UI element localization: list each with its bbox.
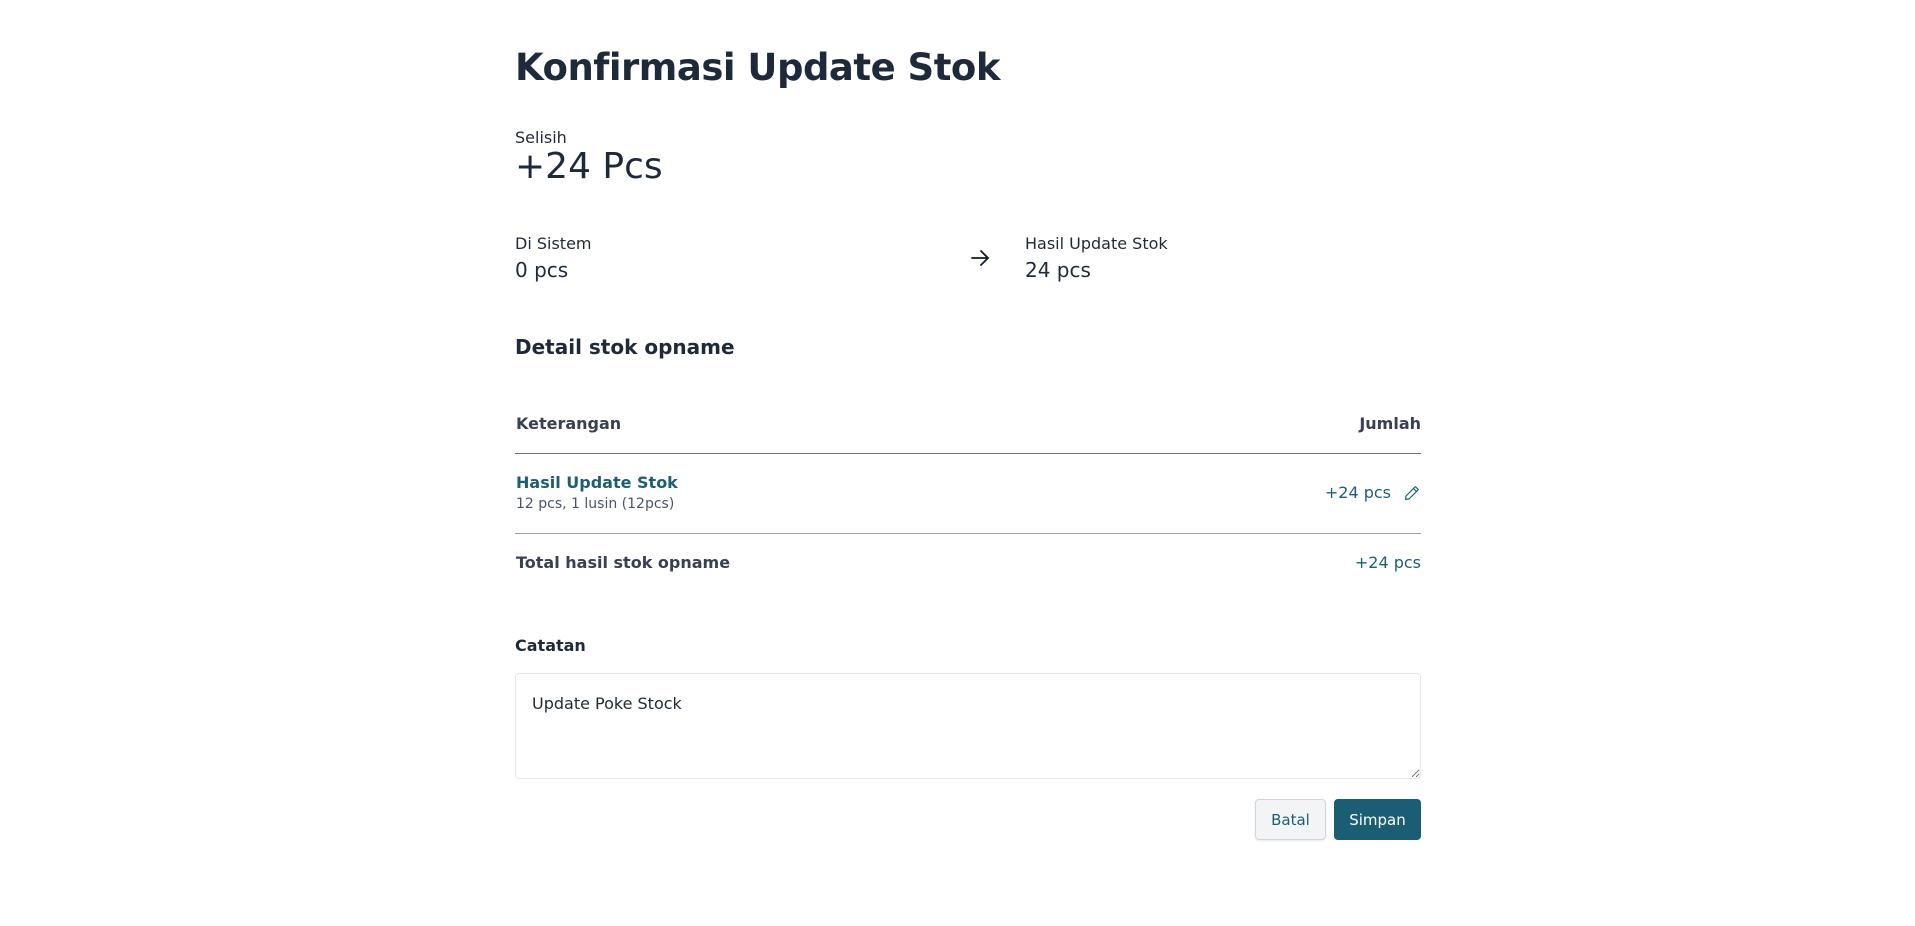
result-stock-value: 24 pcs	[1025, 258, 1091, 282]
table-row-title: Hasil Update Stok	[516, 473, 678, 492]
arrow-right-icon	[971, 250, 989, 266]
total-label: Total hasil stok opname	[516, 553, 731, 572]
pencil-edit-icon[interactable]	[1403, 484, 1421, 502]
system-stock-label: Di Sistem	[515, 234, 592, 253]
column-header-amount: Jumlah	[1359, 414, 1421, 433]
table-row-divider	[515, 533, 1421, 534]
difference-label: Selisih	[515, 128, 567, 147]
page-title: Konfirmasi Update Stok	[515, 46, 1000, 89]
detail-section-title: Detail stok opname	[515, 335, 735, 359]
cancel-button[interactable]: Batal	[1255, 799, 1326, 840]
total-value: +24 pcs	[1354, 553, 1421, 572]
difference-value: +24 Pcs	[515, 146, 663, 187]
notes-label: Catatan	[515, 636, 586, 655]
notes-textarea[interactable]: Update Poke Stock	[515, 673, 1421, 779]
save-button[interactable]: Simpan	[1334, 799, 1421, 840]
table-row-subtitle: 12 pcs, 1 lusin (12pcs)	[516, 496, 675, 512]
table-row-amount: +24 pcs	[1324, 483, 1391, 502]
column-header-description: Keterangan	[516, 414, 622, 433]
result-stock-label: Hasil Update Stok	[1025, 234, 1168, 253]
table-header-divider	[515, 453, 1421, 454]
system-stock-value: 0 pcs	[515, 258, 569, 282]
